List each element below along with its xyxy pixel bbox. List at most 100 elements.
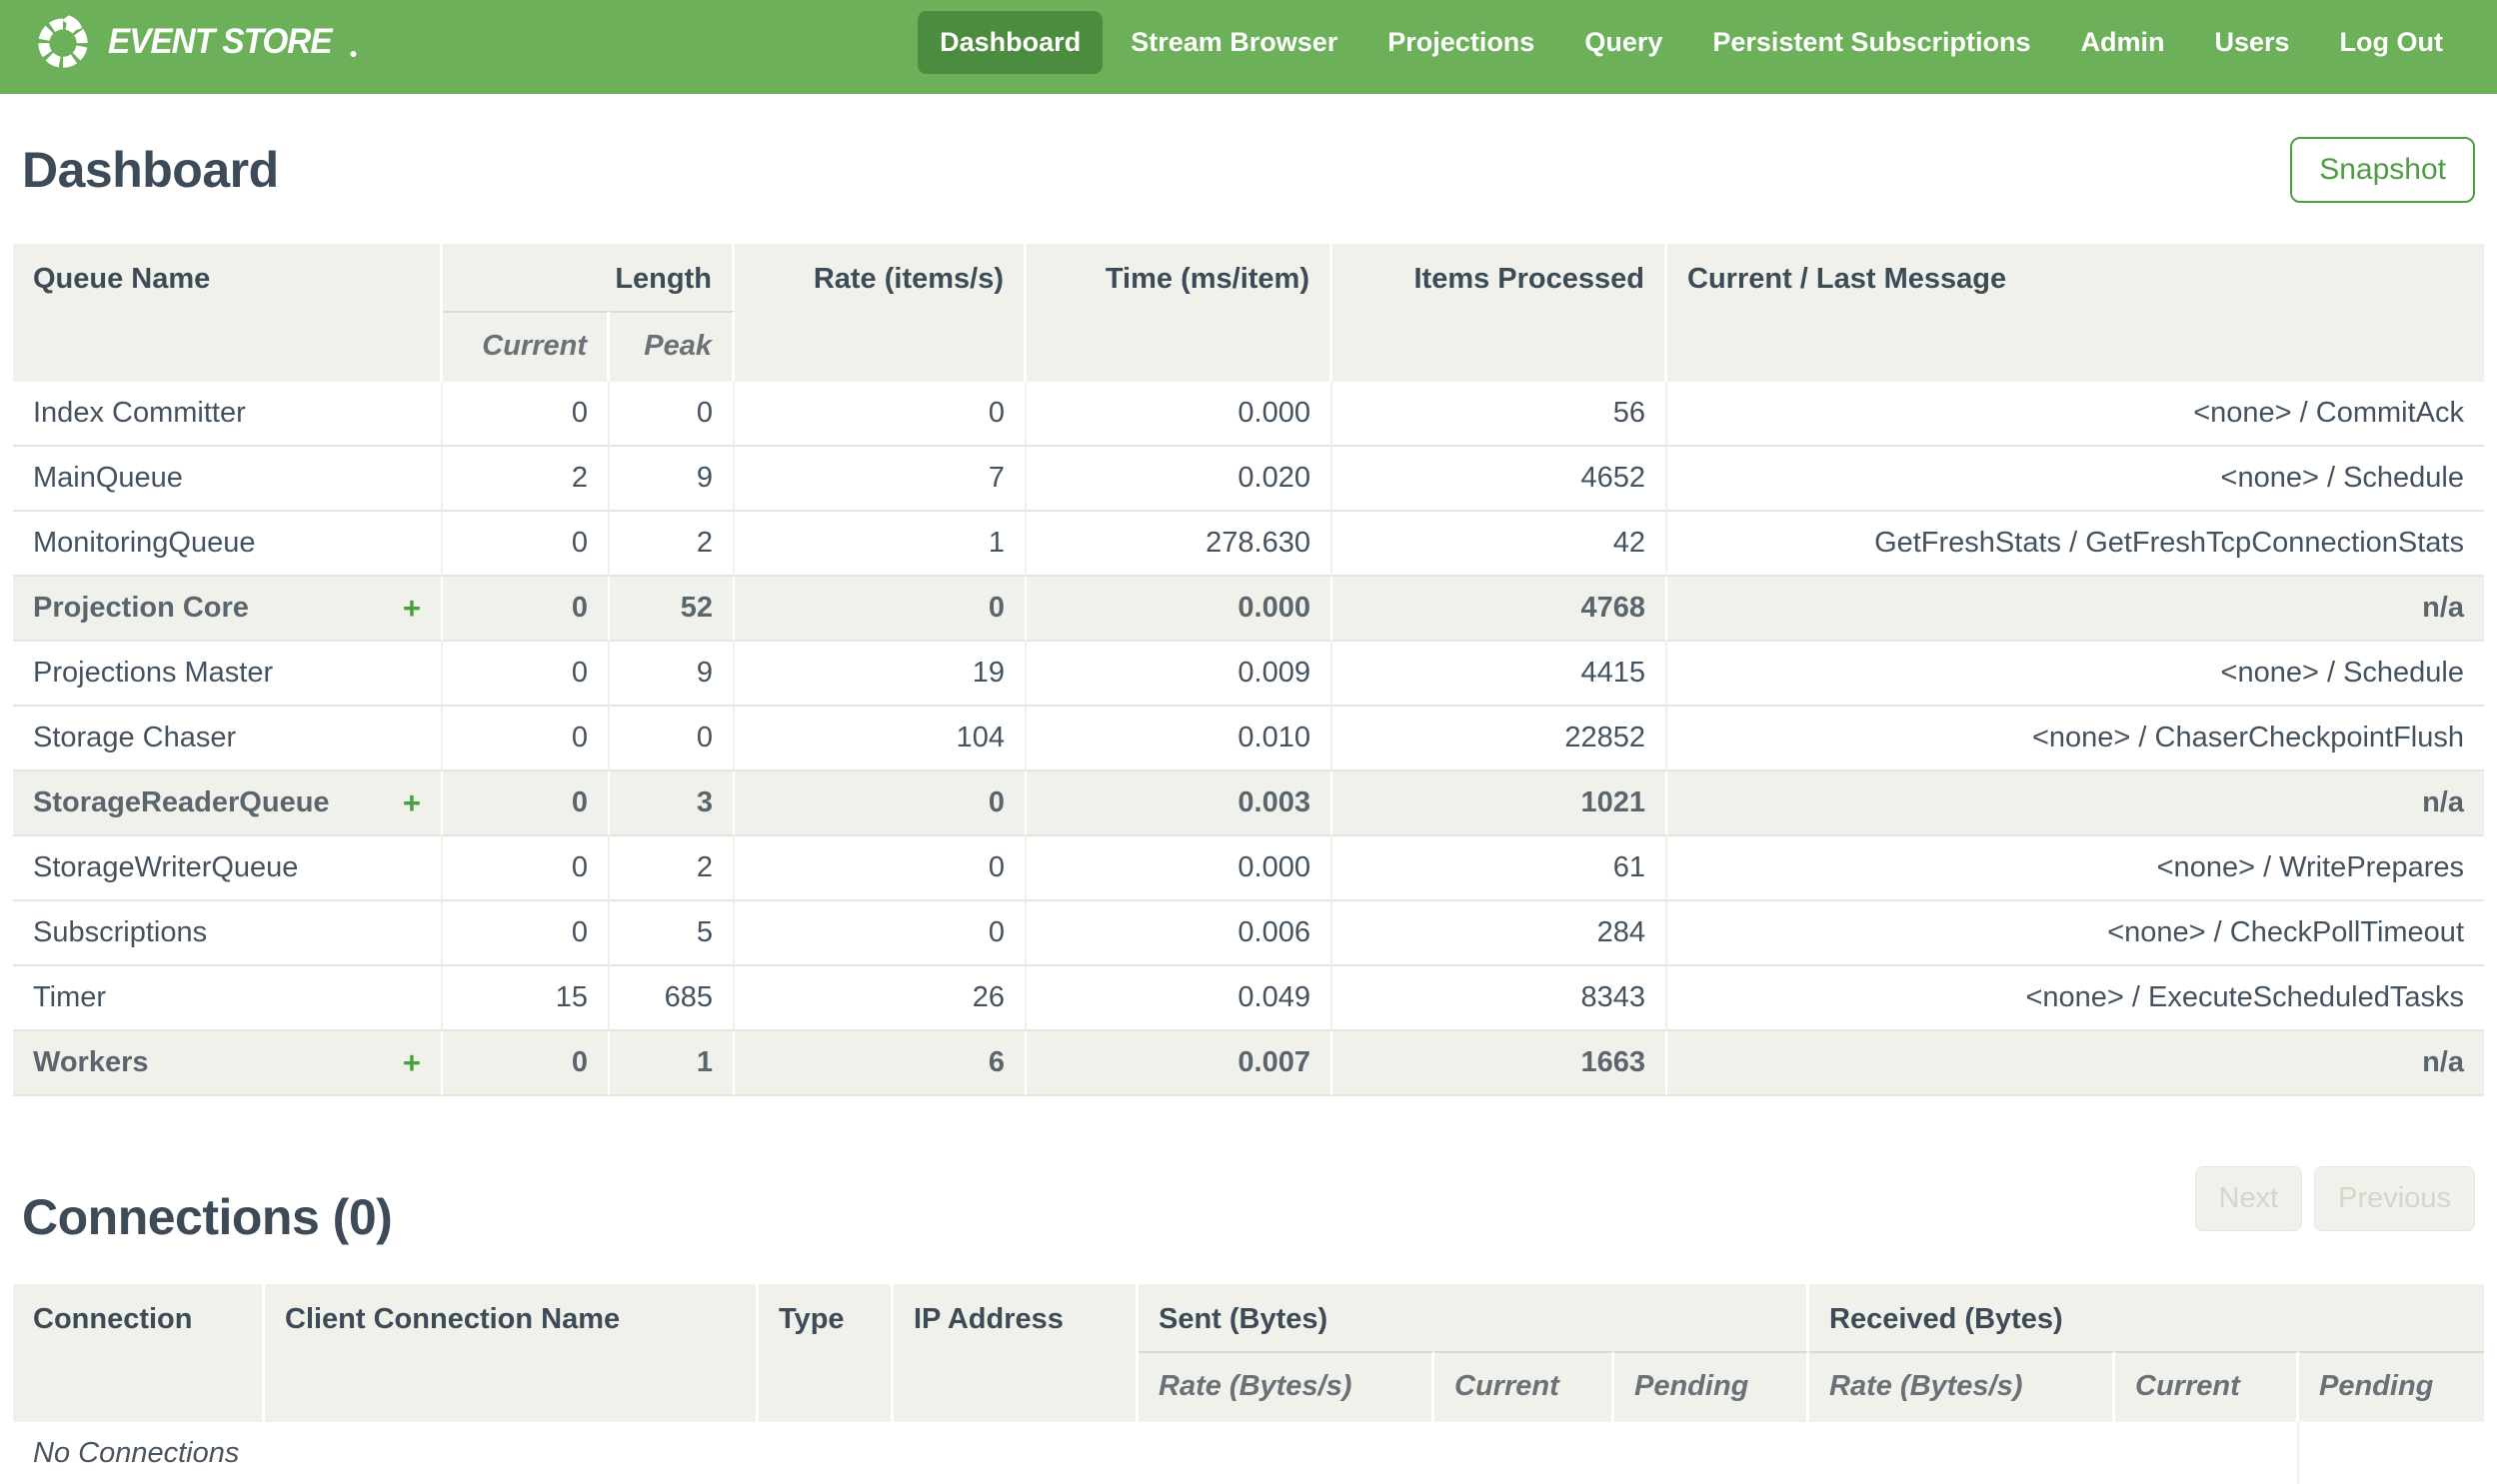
peak-cell: 2 (610, 836, 735, 901)
rate-cell: 0 (735, 836, 1027, 901)
queue-name-cell: StorageWriterQueue (13, 836, 443, 901)
queue-name: StorageReaderQueue (33, 786, 330, 818)
col-type: Type (759, 1284, 894, 1422)
col-sent-rate: Rate (Bytes/s) (1139, 1351, 1434, 1422)
peak-cell: 0 (610, 382, 735, 447)
expand-plus-icon[interactable]: + (403, 1047, 421, 1078)
col-ip-address: IP Address (894, 1284, 1139, 1422)
items-processed-cell: 1663 (1332, 1031, 1667, 1096)
col-length-current: Current (443, 311, 610, 382)
queue-table-body: Index Committer 0 0 0 0.000 56 <none> / Commit… (13, 382, 2484, 1096)
time-cell: 0.007 (1027, 1031, 1332, 1096)
current-cell: 0 (443, 577, 610, 642)
queue-name: Projection Core (33, 592, 249, 624)
queue-name-cell: Storage Chaser (13, 707, 443, 771)
col-length: Length (443, 244, 735, 311)
time-cell: 0.006 (1027, 901, 1332, 966)
items-processed-cell: 56 (1332, 382, 1667, 447)
rate-cell: 1 (735, 512, 1027, 577)
queue-row: Index Committer 0 0 0 0.000 56 <none> / Commit… (13, 382, 2484, 447)
col-received-rate: Rate (Bytes/s) (1809, 1351, 2115, 1422)
col-length-peak: Peak (610, 311, 735, 382)
current-cell: 0 (443, 382, 610, 447)
top-navbar: EVENT STORE ● Dashboard Stream Browser Pro… (0, 0, 2497, 94)
message-cell: <none> / ChaserCheckpointFlush (1667, 707, 2484, 771)
nav-item-admin[interactable]: Admin (2058, 11, 2186, 74)
brand[interactable]: EVENT STORE ● (34, 13, 358, 71)
snapshot-button[interactable]: Snapshot (2290, 137, 2475, 203)
rate-cell: 7 (735, 447, 1027, 512)
queue-name: Workers (33, 1046, 149, 1078)
col-rate: Rate (items/s) (735, 244, 1027, 382)
queue-name-cell: Timer (13, 966, 443, 1031)
col-queue-name: Queue Name (13, 244, 443, 382)
nav-item-log-out[interactable]: Log Out (2318, 11, 2465, 74)
peak-cell: 1 (610, 1031, 735, 1096)
peak-cell: 0 (610, 707, 735, 771)
peak-cell: 9 (610, 642, 735, 707)
nav-item-query[interactable]: Query (1562, 11, 1684, 74)
queue-row: Timer 15 685 26 0.049 8343 <none> / ExecuteSch… (13, 966, 2484, 1031)
message-cell: <none> / WritePrepares (1667, 836, 2484, 901)
queue-row: Subscriptions 0 5 0 0.006 284 <none> / CheckPo… (13, 901, 2484, 966)
next-button[interactable]: Next (2194, 1166, 2303, 1231)
nav-item-stream-browser[interactable]: Stream Browser (1109, 11, 1359, 74)
brand-trademark-dot: ● (349, 45, 358, 61)
peak-cell: 9 (610, 447, 735, 512)
current-cell: 0 (443, 1031, 610, 1096)
current-cell: 0 (443, 642, 610, 707)
nav-item-projections[interactable]: Projections (1365, 11, 1556, 74)
time-cell: 278.630 (1027, 512, 1332, 577)
col-received-bytes: Received (Bytes) (1809, 1284, 2484, 1351)
current-cell: 2 (443, 447, 610, 512)
items-processed-cell: 284 (1332, 901, 1667, 966)
items-processed-cell: 4652 (1332, 447, 1667, 512)
queue-row: MonitoringQueue 0 2 1 278.630 42 GetFreshStats… (13, 512, 2484, 577)
queue-row: MainQueue 2 9 7 0.020 4652 <none> / Schedule (13, 447, 2484, 512)
col-sent-pending: Pending (1614, 1351, 1809, 1422)
col-message: Current / Last Message (1667, 244, 2484, 382)
queue-name: Storage Chaser (33, 722, 237, 753)
page-title: Dashboard (22, 142, 279, 198)
current-cell: 15 (443, 966, 610, 1031)
queue-name-cell: Subscriptions (13, 901, 443, 966)
nav-item-persistent-subscriptions[interactable]: Persistent Subscriptions (1690, 11, 2052, 74)
time-cell: 0.020 (1027, 447, 1332, 512)
message-cell: <none> / CheckPollTimeout (1667, 901, 2484, 966)
nav-item-dashboard[interactable]: Dashboard (918, 10, 1104, 74)
queue-row: StorageReaderQueue +0 3 0 0.003 1021 n/a (13, 771, 2484, 836)
queue-row: Workers +0 1 6 0.007 1663 n/a (13, 1031, 2484, 1096)
items-processed-cell: 22852 (1332, 707, 1667, 771)
previous-button[interactable]: Previous (2314, 1166, 2475, 1231)
items-processed-cell: 4768 (1332, 577, 1667, 642)
nav-menu: Dashboard Stream Browser Projections Query P… (918, 10, 2465, 74)
queue-name-cell: StorageReaderQueue + (13, 771, 443, 836)
rate-cell: 19 (735, 642, 1027, 707)
message-cell: n/a (1667, 1031, 2484, 1096)
col-client-connection-name: Client Connection Name (265, 1284, 759, 1422)
expand-plus-icon[interactable]: + (403, 787, 421, 818)
message-cell: <none> / CommitAck (1667, 382, 2484, 447)
peak-cell: 52 (610, 577, 735, 642)
message-cell: <none> / ExecuteScheduledTasks (1667, 966, 2484, 1031)
no-connections-row: No Connections (13, 1422, 2484, 1484)
pager: Next Previous (2194, 1166, 2475, 1231)
queue-name: Timer (33, 981, 107, 1013)
peak-cell: 3 (610, 771, 735, 836)
queue-name: Projections Master (33, 657, 274, 689)
col-connection: Connection (13, 1284, 265, 1422)
rate-cell: 6 (735, 1031, 1027, 1096)
rate-cell: 26 (735, 966, 1027, 1031)
nav-item-users[interactable]: Users (2192, 11, 2311, 74)
rate-cell: 0 (735, 771, 1027, 836)
peak-cell: 5 (610, 901, 735, 966)
time-cell: 0.000 (1027, 382, 1332, 447)
items-processed-cell: 61 (1332, 836, 1667, 901)
event-store-logo-icon (38, 15, 88, 68)
connections-table: Connection Client Connection Name Type I… (13, 1284, 2484, 1484)
queue-row: Projection Core +0 52 0 0.000 4768 n/a (13, 577, 2484, 642)
queue-row: Projections Master 0 9 19 0.009 4415 <none> / … (13, 642, 2484, 707)
no-connections-cell: No Connections (13, 1422, 2299, 1484)
time-cell: 0.003 (1027, 771, 1332, 836)
expand-plus-icon[interactable]: + (403, 593, 421, 624)
